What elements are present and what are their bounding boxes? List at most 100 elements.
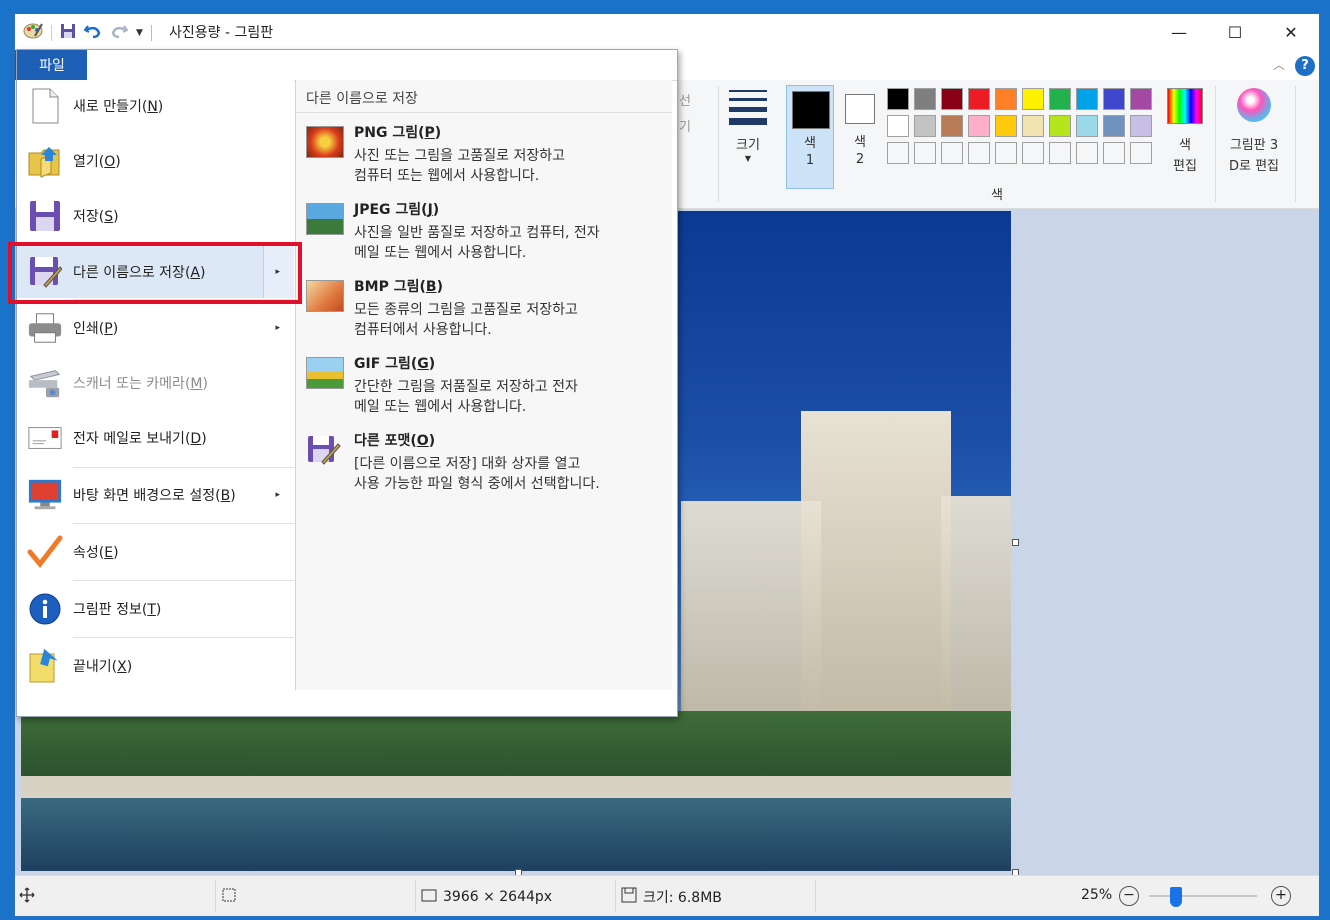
chevron-right-icon: ▸ bbox=[275, 323, 280, 333]
menu-item-new[interactable]: 새로 만들기(N) bbox=[17, 80, 294, 132]
color2-label-top: 색 bbox=[854, 135, 866, 150]
file-menu-tab[interactable]: 파일 bbox=[17, 50, 87, 80]
palette-color-swatch[interactable] bbox=[1076, 115, 1098, 137]
exit-icon bbox=[27, 648, 63, 684]
menu-item-send-email[interactable]: 전자 메일로 보내기(D) bbox=[17, 412, 294, 464]
save-as-other-format[interactable]: 다른 포맷(O) [다른 이름으로 저장] 대화 상자를 열고 사용 가능한 파일… bbox=[296, 428, 672, 498]
zoom-in-button[interactable]: + bbox=[1271, 886, 1291, 906]
edit-colors-button[interactable]: 색 편집 bbox=[1162, 88, 1208, 188]
menu-item-open[interactable]: 열기(O) bbox=[17, 135, 294, 187]
menu-separator bbox=[73, 467, 294, 468]
save-as-jpeg[interactable]: JPEG 그림(J) 사진을 일반 품질로 저장하고 컴퓨터, 전자 메일 또는 … bbox=[296, 197, 672, 267]
hotel-wing-photo bbox=[681, 501, 821, 741]
file-menu-items: 새로 만들기(N) 열기(O) 저장(S) 다른 이름으로 저장(A) ▸ 인쇄… bbox=[17, 80, 294, 716]
chevron-right-icon: ▸ bbox=[275, 490, 280, 500]
save-icon[interactable] bbox=[60, 23, 76, 43]
panel-divider bbox=[296, 112, 672, 113]
minimize-button[interactable]: — bbox=[1151, 14, 1207, 50]
menu-item-label: 스캐너 또는 카메라(M) bbox=[73, 376, 208, 392]
palette-color-swatch[interactable] bbox=[968, 115, 990, 137]
palette-color-swatch[interactable] bbox=[914, 88, 936, 110]
palette-color-swatch[interactable] bbox=[887, 88, 909, 110]
save-as-bmp[interactable]: BMP 그림(B) 모든 종류의 그림을 고품질로 저장하고 컴퓨터에서 사용합니… bbox=[296, 274, 672, 344]
palette-color-swatch[interactable] bbox=[1130, 88, 1152, 110]
hotel-wing-right-photo bbox=[941, 496, 1011, 741]
customize-qat-icon[interactable]: ▼ bbox=[136, 28, 143, 38]
color-palette bbox=[887, 88, 1159, 168]
email-icon bbox=[27, 420, 63, 456]
resize-handle-right[interactable] bbox=[1012, 539, 1019, 546]
zoom-slider-thumb[interactable] bbox=[1170, 887, 1182, 907]
palette-color-swatch[interactable] bbox=[1103, 88, 1125, 110]
menu-separator bbox=[73, 637, 294, 638]
color1-button[interactable]: 색 1 bbox=[786, 85, 834, 189]
palette-color-swatch[interactable] bbox=[1103, 115, 1125, 137]
file-size-text: 크기: 6.8MB bbox=[643, 890, 722, 906]
palette-color-swatch[interactable] bbox=[1022, 115, 1044, 137]
custom-color-slot[interactable] bbox=[1103, 142, 1125, 164]
menu-item-print[interactable]: 인쇄(P) ▸ bbox=[17, 302, 294, 354]
paint-app-icon[interactable] bbox=[23, 22, 43, 44]
custom-color-slot[interactable] bbox=[1076, 142, 1098, 164]
redo-icon[interactable] bbox=[110, 23, 129, 43]
palette-color-swatch[interactable] bbox=[995, 115, 1017, 137]
edit-with-paint3d-button[interactable]: 그림판 3 D로 편집 bbox=[1219, 88, 1289, 188]
undo-icon[interactable] bbox=[83, 23, 102, 43]
format-description: 사진을 일반 품질로 저장하고 컴퓨터, 전자 메일 또는 웹에서 사용합니다. bbox=[354, 225, 600, 261]
custom-color-slot[interactable] bbox=[887, 142, 909, 164]
palette-color-swatch[interactable] bbox=[914, 115, 936, 137]
menu-item-label: 열기(O) bbox=[73, 154, 121, 170]
palette-color-swatch[interactable] bbox=[941, 115, 963, 137]
menu-item-save[interactable]: 저장(S) bbox=[17, 190, 294, 242]
size-label: 크기 bbox=[736, 138, 760, 153]
palette-color-swatch[interactable] bbox=[941, 88, 963, 110]
custom-color-slot[interactable] bbox=[1130, 142, 1152, 164]
custom-color-slot[interactable] bbox=[968, 142, 990, 164]
selection-size bbox=[221, 887, 237, 907]
palette-color-swatch[interactable] bbox=[1130, 115, 1152, 137]
palette-color-swatch[interactable] bbox=[968, 88, 990, 110]
save-as-png[interactable]: PNG 그림(P) 사진 또는 그림을 고품질로 저장하고 컴퓨터 또는 웹에서 … bbox=[296, 120, 672, 190]
custom-color-slot[interactable] bbox=[914, 142, 936, 164]
file-menu-header: 파일 bbox=[17, 50, 677, 81]
collapse-ribbon-icon[interactable]: ︿ bbox=[1273, 56, 1285, 73]
image-dimensions-text: 3966 × 2644px bbox=[443, 889, 553, 905]
colors-group-label: 색 bbox=[991, 188, 1003, 203]
palette-color-swatch[interactable] bbox=[1076, 88, 1098, 110]
size-dropdown-icon: ▼ bbox=[744, 154, 752, 163]
save-as-gif[interactable]: GIF 그림(G) 간단한 그림을 저품질로 저장하고 전자 메일 또는 웹에서 … bbox=[296, 351, 672, 421]
menu-item-properties[interactable]: 속성(E) bbox=[17, 526, 294, 578]
zoom-slider-track[interactable] bbox=[1149, 895, 1257, 897]
palette-color-swatch[interactable] bbox=[1049, 115, 1071, 137]
palette-color-swatch[interactable] bbox=[995, 88, 1017, 110]
custom-color-slot[interactable] bbox=[1049, 142, 1071, 164]
menu-item-set-desktop-background[interactable]: 바탕 화면 배경으로 설정(B) ▸ bbox=[17, 469, 294, 521]
color2-label-bottom: 2 bbox=[855, 152, 865, 167]
zoom-out-button[interactable]: − bbox=[1119, 886, 1139, 906]
custom-color-slot[interactable] bbox=[1022, 142, 1044, 164]
paint3d-label-bottom: D로 편집 bbox=[1228, 159, 1280, 174]
custom-color-slot[interactable] bbox=[995, 142, 1017, 164]
crop-label-partial[interactable]: 기 bbox=[679, 116, 691, 135]
format-description: [다른 이름으로 저장] 대화 상자를 열고 사용 가능한 파일 형식 중에서 선… bbox=[354, 456, 600, 492]
custom-color-slot[interactable] bbox=[941, 142, 963, 164]
palette-color-swatch[interactable] bbox=[1022, 88, 1044, 110]
maximize-button[interactable]: ☐ bbox=[1207, 14, 1263, 50]
menu-item-scanner-camera: 스캐너 또는 카메라(M) bbox=[17, 357, 294, 409]
palette-color-swatch[interactable] bbox=[887, 115, 909, 137]
help-icon[interactable]: ? bbox=[1295, 56, 1315, 76]
status-separator bbox=[215, 880, 216, 912]
cursor-position bbox=[19, 887, 35, 907]
edit-colors-label-bottom: 편집 bbox=[1173, 159, 1197, 174]
close-button[interactable]: ✕ bbox=[1263, 14, 1319, 50]
menu-item-exit[interactable]: 끝내기(X) bbox=[17, 640, 294, 692]
select-label-partial[interactable]: 선 bbox=[679, 90, 691, 109]
move-cursor-icon bbox=[19, 887, 35, 907]
hotel-tower-photo bbox=[801, 411, 951, 741]
size-button[interactable]: 크기 ▼ bbox=[727, 90, 769, 190]
save-as-panel-title: 다른 이름으로 저장 bbox=[306, 91, 418, 107]
menu-item-about-paint[interactable]: 그림판 정보(T) bbox=[17, 583, 294, 635]
info-icon bbox=[27, 591, 63, 627]
palette-color-swatch[interactable] bbox=[1049, 88, 1071, 110]
color2-button[interactable]: 색 2 bbox=[837, 85, 885, 189]
